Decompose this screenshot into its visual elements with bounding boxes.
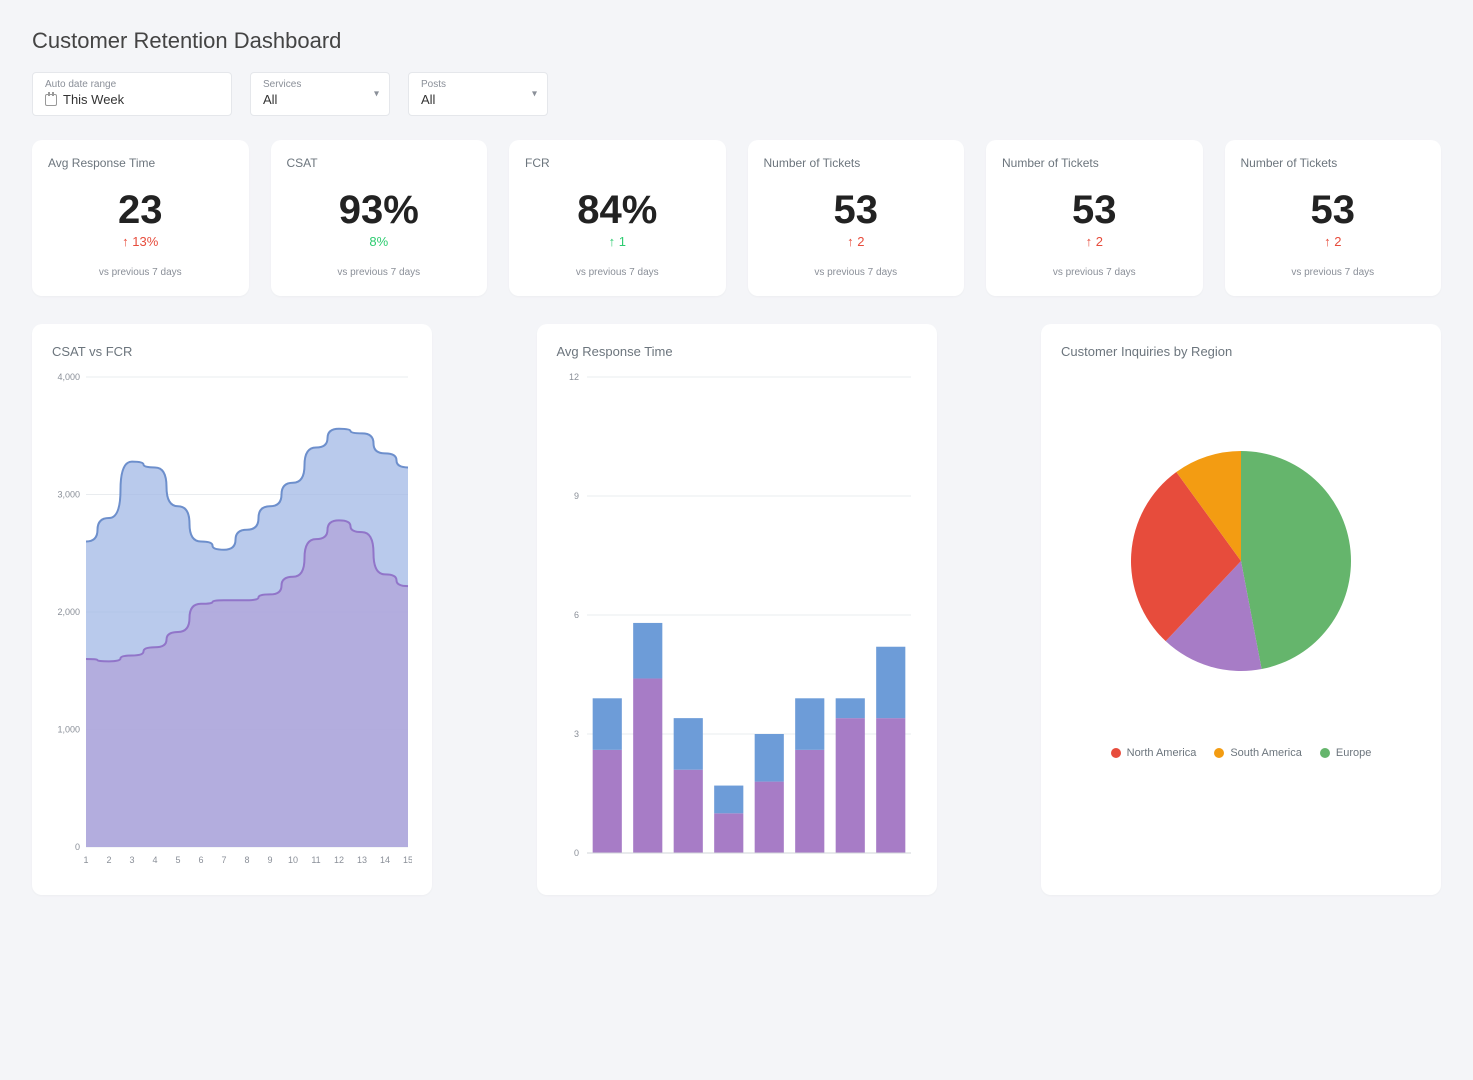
svg-text:7: 7 xyxy=(221,855,226,865)
pie-chart-svg xyxy=(1061,371,1421,731)
kpi-title: CSAT xyxy=(287,156,472,170)
kpi-title: Number of Tickets xyxy=(1002,156,1187,170)
legend-item: South America xyxy=(1214,747,1302,759)
svg-text:3: 3 xyxy=(129,855,134,865)
kpi-value: 53 xyxy=(764,190,949,230)
kpi-vs-label: vs previous 7 days xyxy=(1241,267,1426,278)
chart-card-csat-vs-fcr: CSAT vs FCR 01,0002,0003,0004,0001234567… xyxy=(32,324,432,895)
kpi-change: 8% xyxy=(287,234,472,249)
kpi-card: Number of Tickets 53 ↑ 2 vs previous 7 days xyxy=(748,140,965,296)
kpi-card: FCR 84% ↑ 1 vs previous 7 days xyxy=(509,140,726,296)
filter-posts-label: Posts xyxy=(421,79,535,90)
svg-text:12: 12 xyxy=(568,372,578,382)
svg-text:6: 6 xyxy=(198,855,203,865)
svg-text:4: 4 xyxy=(152,855,157,865)
svg-text:1,000: 1,000 xyxy=(57,725,80,735)
kpi-value: 53 xyxy=(1002,190,1187,230)
filters-row: Auto date range This Week Services All ▾… xyxy=(32,72,1441,116)
legend-dot xyxy=(1320,748,1330,758)
filter-date-range-label: Auto date range xyxy=(45,79,219,90)
svg-text:11: 11 xyxy=(311,855,320,865)
dashboard-page: Customer Retention Dashboard Auto date r… xyxy=(0,0,1473,919)
legend-label: Europe xyxy=(1336,747,1371,759)
kpi-card: Number of Tickets 53 ↑ 2 vs previous 7 days xyxy=(1225,140,1442,296)
kpi-card: Avg Response Time 23 ↑ 13% vs previous 7 da… xyxy=(32,140,249,296)
svg-text:14: 14 xyxy=(380,855,390,865)
svg-text:9: 9 xyxy=(267,855,272,865)
svg-text:5: 5 xyxy=(175,855,180,865)
svg-text:8: 8 xyxy=(244,855,249,865)
kpi-value: 84% xyxy=(525,190,710,230)
svg-text:12: 12 xyxy=(334,855,344,865)
area-chart-svg: 01,0002,0003,0004,0001234567891011121314… xyxy=(52,371,412,871)
legend-dot xyxy=(1214,748,1224,758)
legend-item: North America xyxy=(1111,747,1197,759)
svg-text:2: 2 xyxy=(106,855,111,865)
kpi-change: ↑ 2 xyxy=(1002,234,1187,249)
kpi-title: Number of Tickets xyxy=(764,156,949,170)
svg-text:3: 3 xyxy=(573,729,578,739)
svg-text:0: 0 xyxy=(573,848,578,858)
svg-text:15: 15 xyxy=(403,855,412,865)
kpi-change: ↑ 1 xyxy=(525,234,710,249)
svg-text:10: 10 xyxy=(288,855,298,865)
kpi-card: Number of Tickets 53 ↑ 2 vs previous 7 days xyxy=(986,140,1203,296)
legend-label: North America xyxy=(1127,747,1197,759)
kpi-change: ↑ 2 xyxy=(1241,234,1426,249)
svg-text:13: 13 xyxy=(357,855,367,865)
kpi-value: 93% xyxy=(287,190,472,230)
kpi-title: FCR xyxy=(525,156,710,170)
chart-card-inquiries: Customer Inquiries by Region North Ameri… xyxy=(1041,324,1441,895)
svg-text:9: 9 xyxy=(573,491,578,501)
kpi-title: Number of Tickets xyxy=(1241,156,1426,170)
chart-card-avg-response: Avg Response Time 0 3 6 9 12 xyxy=(537,324,937,895)
filter-posts[interactable]: Posts All ▾ xyxy=(408,72,548,116)
pie-legend: North America South America Europe xyxy=(1061,747,1421,759)
kpi-value: 23 xyxy=(48,190,233,230)
svg-text:3,000: 3,000 xyxy=(57,490,80,500)
legend-item: Europe xyxy=(1320,747,1371,759)
page-title: Customer Retention Dashboard xyxy=(32,28,1441,54)
svg-text:1: 1 xyxy=(83,855,88,865)
kpi-change: ↑ 13% xyxy=(48,234,233,249)
legend-dot xyxy=(1111,748,1121,758)
chart-row: CSAT vs FCR 01,0002,0003,0004,0001234567… xyxy=(32,324,1441,895)
kpi-row: Avg Response Time 23 ↑ 13% vs previous 7 da… xyxy=(32,140,1441,296)
legend-label: South America xyxy=(1230,747,1302,759)
filter-services-value: All xyxy=(263,92,277,107)
filter-services-label: Services xyxy=(263,79,377,90)
kpi-vs-label: vs previous 7 days xyxy=(764,267,949,278)
kpi-title: Avg Response Time xyxy=(48,156,233,170)
chart-title: Customer Inquiries by Region xyxy=(1061,344,1421,359)
filter-date-range[interactable]: Auto date range This Week xyxy=(32,72,232,116)
kpi-value: 53 xyxy=(1241,190,1426,230)
svg-text:6: 6 xyxy=(573,610,578,620)
calendar-icon xyxy=(45,94,57,106)
bar-chart-svg: 0 3 6 9 12 xyxy=(557,371,917,871)
kpi-vs-label: vs previous 7 days xyxy=(287,267,472,278)
kpi-vs-label: vs previous 7 days xyxy=(525,267,710,278)
kpi-vs-label: vs previous 7 days xyxy=(48,267,233,278)
filter-posts-value: All xyxy=(421,92,435,107)
svg-text:2,000: 2,000 xyxy=(57,607,80,617)
filter-date-range-value: This Week xyxy=(63,92,124,107)
kpi-change: ↑ 2 xyxy=(764,234,949,249)
chart-title: CSAT vs FCR xyxy=(52,344,412,359)
chart-title: Avg Response Time xyxy=(557,344,917,359)
kpi-card: CSAT 93% 8% vs previous 7 days xyxy=(271,140,488,296)
kpi-vs-label: vs previous 7 days xyxy=(1002,267,1187,278)
filter-services[interactable]: Services All ▾ xyxy=(250,72,390,116)
svg-text:0: 0 xyxy=(75,842,80,852)
svg-text:4,000: 4,000 xyxy=(57,372,80,382)
